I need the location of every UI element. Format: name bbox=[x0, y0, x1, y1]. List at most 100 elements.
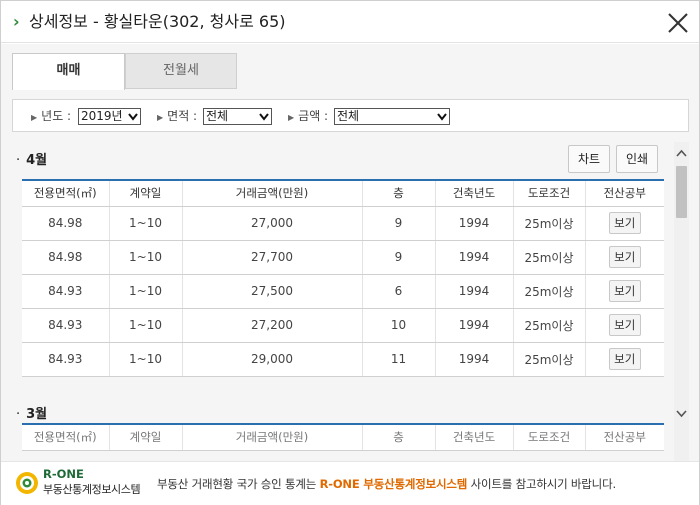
col-floor: 층 bbox=[361, 423, 435, 451]
notice-suffix: 사이트를 참고하시기 바랍니다. bbox=[470, 477, 617, 491]
cell-registry: 보기 bbox=[584, 274, 664, 309]
col-road: 도로조건 bbox=[512, 179, 585, 207]
table-row: 84.98 1~10 27,700 9 1994 25m이상 보기 bbox=[22, 240, 664, 275]
cell-area: 84.98 bbox=[22, 206, 109, 241]
view-button[interactable]: 보기 bbox=[608, 280, 641, 302]
amount-label: 금액 : bbox=[298, 109, 329, 123]
bullet-dot: · bbox=[16, 407, 21, 422]
tab-sale[interactable]: 매매 bbox=[12, 53, 125, 90]
cell-contract-day: 1~10 bbox=[108, 206, 182, 241]
vertical-scrollbar[interactable] bbox=[674, 142, 689, 462]
view-button[interactable]: 보기 bbox=[608, 246, 641, 268]
cell-road: 25m이상 bbox=[512, 240, 585, 275]
cell-registry: 보기 bbox=[584, 308, 664, 343]
cell-contract-day: 1~10 bbox=[108, 342, 182, 377]
table-header-row: 전용면적(㎡) 계약일 거래금액(만원) 층 건축년도 도로조건 전산공부 bbox=[22, 179, 664, 207]
r-one-logo-icon bbox=[16, 472, 38, 494]
cell-floor: 10 bbox=[361, 308, 435, 343]
results-scroll-area[interactable]: · 4월 차트 인쇄 전용면적(㎡) 계약일 거래금액(만원) 층 건축년도 도로… bbox=[12, 141, 672, 461]
month-label: 3월 bbox=[26, 407, 48, 422]
notice-prefix: 부동산 거래현황 국가 승인 통계는 bbox=[157, 477, 317, 491]
col-registry: 전산공부 bbox=[584, 179, 664, 207]
cell-price: 29,000 bbox=[181, 342, 362, 377]
year-select-value: 2019년 bbox=[81, 109, 123, 123]
cell-registry: 보기 bbox=[584, 240, 664, 275]
scroll-down-button[interactable] bbox=[674, 407, 689, 421]
chevron-down-icon bbox=[128, 113, 138, 121]
col-road: 도로조건 bbox=[512, 423, 585, 451]
cell-floor: 11 bbox=[361, 342, 435, 377]
chevron-right-icon: › bbox=[13, 12, 20, 31]
dialog-title: 상세정보 - 황실타운(302, 청사로 65) bbox=[29, 12, 286, 31]
transactions-table-april: 전용면적(㎡) 계약일 거래금액(만원) 층 건축년도 도로조건 전산공부 84… bbox=[22, 179, 664, 377]
amount-filter-label: ▶ 금액 : bbox=[288, 107, 328, 125]
year-select[interactable]: 2019년 bbox=[78, 108, 141, 125]
scroll-thumb[interactable] bbox=[676, 166, 687, 218]
cell-price: 27,000 bbox=[181, 206, 362, 241]
cell-built-year: 1994 bbox=[434, 274, 513, 309]
cell-price: 27,200 bbox=[181, 308, 362, 343]
close-button[interactable] bbox=[665, 10, 691, 36]
cell-built-year: 1994 bbox=[434, 308, 513, 343]
view-button[interactable]: 보기 bbox=[608, 314, 641, 336]
col-floor: 층 bbox=[361, 179, 435, 207]
cell-road: 25m이상 bbox=[512, 274, 585, 309]
chevron-down-icon bbox=[437, 113, 447, 121]
col-registry: 전산공부 bbox=[584, 423, 664, 451]
amount-select[interactable]: 전체 bbox=[334, 108, 450, 125]
year-label: 년도 : bbox=[41, 109, 72, 123]
cell-contract-day: 1~10 bbox=[108, 308, 182, 343]
col-built-year: 건축년도 bbox=[434, 423, 513, 451]
bullet-arrow-icon: ▶ bbox=[157, 113, 164, 122]
table-row: 84.93 1~10 29,000 11 1994 25m이상 보기 bbox=[22, 342, 664, 377]
amount-select-value: 전체 bbox=[337, 109, 360, 123]
r-one-link[interactable]: R-ONE 부동산통계정보시스템 bbox=[320, 477, 468, 491]
month-heading-march: · 3월 bbox=[16, 403, 47, 422]
title-bar: › 상세정보 - 황실타운(302, 청사로 65) bbox=[1, 1, 699, 43]
cell-price: 27,500 bbox=[181, 274, 362, 309]
bullet-arrow-icon: ▶ bbox=[31, 113, 38, 122]
view-button[interactable]: 보기 bbox=[608, 348, 641, 370]
footer: R-ONE 부동산통계정보시스템 부동산 거래현황 국가 승인 통계는 R-ON… bbox=[1, 461, 699, 505]
view-button[interactable]: 보기 bbox=[608, 212, 641, 234]
print-button[interactable]: 인쇄 bbox=[616, 145, 658, 173]
area-select[interactable]: 전체 bbox=[203, 108, 272, 125]
cell-price: 27,700 bbox=[181, 240, 362, 275]
cell-contract-day: 1~10 bbox=[108, 274, 182, 309]
chevron-down-icon bbox=[259, 113, 269, 121]
table-header-row: 전용면적(㎡) 계약일 거래금액(만원) 층 건축년도 도로조건 전산공부 bbox=[22, 423, 664, 451]
cell-area: 84.93 bbox=[22, 308, 109, 343]
chart-button[interactable]: 차트 bbox=[568, 145, 610, 173]
month-heading-april: · 4월 bbox=[16, 149, 47, 168]
logo-subtitle: 부동산통계정보시스템 bbox=[43, 483, 141, 496]
cell-built-year: 1994 bbox=[434, 240, 513, 275]
cell-registry: 보기 bbox=[584, 342, 664, 377]
scroll-up-button[interactable] bbox=[674, 146, 689, 160]
chevron-up-icon bbox=[676, 149, 687, 157]
col-area: 전용면적(㎡) bbox=[22, 423, 109, 451]
col-area: 전용면적(㎡) bbox=[22, 179, 109, 207]
table-row: 84.98 1~10 27,000 9 1994 25m이상 보기 bbox=[22, 206, 664, 241]
detail-dialog: › 상세정보 - 황실타운(302, 청사로 65) 매매 전월세 ▶ 년도 : … bbox=[0, 0, 700, 505]
cell-road: 25m이상 bbox=[512, 308, 585, 343]
bullet-arrow-icon: ▶ bbox=[288, 113, 295, 122]
table-row: 84.93 1~10 27,500 6 1994 25m이상 보기 bbox=[22, 274, 664, 309]
col-contract-day: 계약일 bbox=[108, 179, 182, 207]
transactions-table-march: 전용면적(㎡) 계약일 거래금액(만원) 층 건축년도 도로조건 전산공부 bbox=[22, 423, 664, 451]
cell-road: 25m이상 bbox=[512, 206, 585, 241]
cell-built-year: 1994 bbox=[434, 342, 513, 377]
footer-notice: 부동산 거래현황 국가 승인 통계는 R-ONE 부동산통계정보시스템 사이트를… bbox=[157, 476, 616, 492]
cell-built-year: 1994 bbox=[434, 206, 513, 241]
tab-rent[interactable]: 전월세 bbox=[125, 53, 237, 89]
area-filter-label: ▶ 면적 : bbox=[157, 107, 197, 125]
year-filter-label: ▶ 년도 : bbox=[31, 107, 71, 125]
area-select-value: 전체 bbox=[206, 109, 229, 123]
cell-area: 84.93 bbox=[22, 274, 109, 309]
close-icon bbox=[668, 13, 688, 33]
bullet-dot: · bbox=[16, 153, 21, 168]
cell-area: 84.93 bbox=[22, 342, 109, 377]
cell-floor: 9 bbox=[361, 206, 435, 241]
filter-bar: ▶ 년도 : 2019년 ▶ 면적 : 전체 ▶ 금액 : 전체 bbox=[12, 99, 689, 132]
col-contract-day: 계약일 bbox=[108, 423, 182, 451]
cell-road: 25m이상 bbox=[512, 342, 585, 377]
